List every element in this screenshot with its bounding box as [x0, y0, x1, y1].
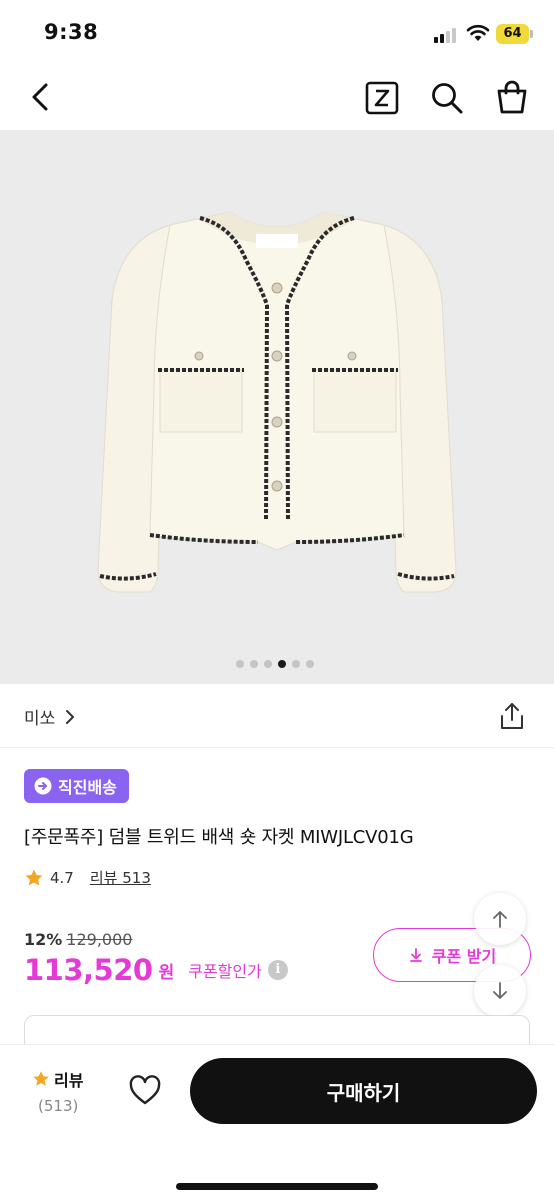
status-bar: 9:38 64 — [0, 0, 554, 64]
battery-level: 64 — [503, 26, 522, 41]
jacket-illustration — [97, 211, 457, 593]
info-icon[interactable]: i — [267, 960, 288, 980]
z-box-icon[interactable] — [365, 80, 399, 116]
wifi-icon — [466, 24, 490, 41]
original-price: 129,000 — [66, 930, 133, 949]
arrow-up-icon — [493, 911, 507, 928]
shopping-bag-icon[interactable] — [494, 78, 530, 116]
discount-rate: 12% — [24, 930, 63, 949]
brand-row: 미쏘 — [0, 684, 554, 748]
coupon-discount-label: 쿠폰할인가 — [188, 962, 262, 981]
brand-name: 미쏘 — [24, 709, 56, 729]
product-title: [주문폭주] 덤블 트위드 배색 숏 자켓 MIWJLCV01G — [24, 827, 414, 848]
bottom-review-button[interactable]: 리뷰 — [32, 1067, 83, 1091]
review-link[interactable]: 리뷰 513 — [90, 867, 151, 888]
gallery-indicator — [236, 659, 320, 669]
rating-row: 4.7 리뷰 513 — [24, 867, 151, 888]
gallery-dot[interactable] — [264, 660, 272, 668]
star-icon — [33, 1071, 49, 1086]
download-icon — [409, 948, 422, 962]
share-icon[interactable] — [496, 700, 528, 732]
gallery-dot[interactable] — [250, 660, 258, 668]
status-time: 9:38 — [44, 20, 99, 44]
scroll-up-button[interactable] — [474, 893, 526, 945]
star-icon — [25, 869, 43, 885]
home-indicator — [176, 1183, 378, 1190]
chevron-left-icon[interactable] — [22, 78, 60, 116]
rating-value: 4.7 — [50, 868, 74, 887]
bottom-review-count: (513) — [38, 1097, 79, 1115]
scroll-down-button[interactable] — [474, 965, 526, 1017]
cellular-signal-icon — [434, 27, 460, 43]
currency-label: 원 — [158, 962, 175, 983]
battery-icon: 64 — [496, 24, 533, 44]
heart-icon[interactable] — [128, 1075, 162, 1107]
bottom-action-bar: 리뷰 (513) 구매하기 — [0, 1044, 554, 1200]
chevron-right-icon — [66, 709, 75, 724]
sale-price: 113,520 — [24, 953, 153, 987]
gallery-dot[interactable] — [306, 660, 314, 668]
price-block: 12% 129,000 113,520 원 쿠폰할인가 i — [24, 930, 288, 987]
gallery-dot-active[interactable] — [278, 660, 286, 668]
arrow-circle-icon — [34, 777, 52, 795]
gallery-dot[interactable] — [236, 660, 244, 668]
gallery-dot[interactable] — [292, 660, 300, 668]
brand-link[interactable]: 미쏘 — [24, 704, 77, 729]
badge-label: 직진배송 — [58, 778, 117, 797]
search-icon[interactable] — [428, 79, 466, 117]
arrow-down-icon — [493, 982, 507, 999]
product-image[interactable] — [0, 130, 554, 684]
direct-delivery-badge: 직진배송 — [24, 769, 129, 803]
bottom-review-label: 리뷰 — [54, 1071, 84, 1090]
top-nav — [0, 64, 554, 130]
coupon-button-label: 쿠폰 받기 — [431, 947, 497, 966]
buy-button[interactable]: 구매하기 — [190, 1058, 537, 1124]
